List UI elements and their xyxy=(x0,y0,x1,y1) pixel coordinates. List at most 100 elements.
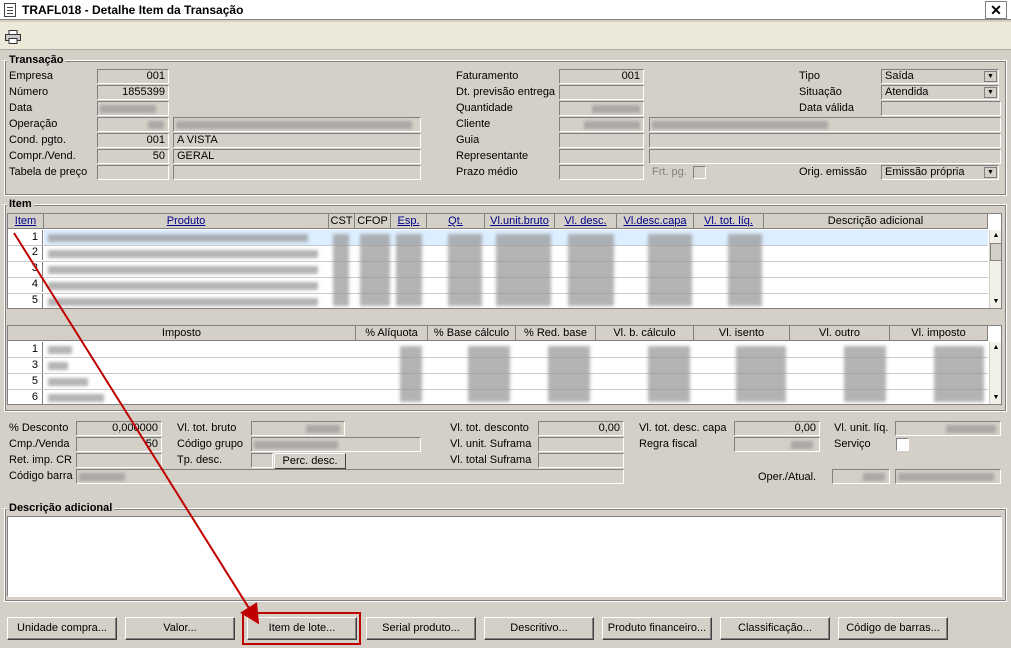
table-row[interactable]: 3 xyxy=(8,358,43,373)
empresa-field[interactable]: 001 xyxy=(97,69,169,84)
imposto-grid[interactable]: Imposto % Alíquota % Base cálculo % Red.… xyxy=(7,325,1002,405)
cliente-desc-field[interactable] xyxy=(649,117,1001,132)
cliente-label: Cliente xyxy=(456,118,491,130)
guia-desc-field[interactable] xyxy=(649,133,1001,148)
close-button[interactable]: ✕ xyxy=(985,1,1007,19)
dt-previsao-field[interactable] xyxy=(559,85,644,100)
data-valida-field[interactable] xyxy=(881,101,1001,116)
item-lote-button[interactable]: Item de lote... xyxy=(247,617,357,640)
document-icon xyxy=(4,3,16,17)
serial-produto-button[interactable]: Serial produto... xyxy=(366,617,476,640)
scroll-up-icon[interactable]: ▲ xyxy=(990,230,1001,242)
descritivo-button[interactable]: Descritivo... xyxy=(484,617,594,640)
orig-emissao-select[interactable]: Emissão própria ▼ xyxy=(881,165,999,180)
col-imposto[interactable]: Imposto xyxy=(8,326,356,341)
frt-pg-checkbox[interactable] xyxy=(693,166,706,179)
numero-field[interactable]: 1855399 xyxy=(97,85,169,100)
col-cst[interactable]: CST xyxy=(329,214,355,229)
codigo-barra-field[interactable] xyxy=(76,469,624,484)
col-vl-isento[interactable]: Vl. isento xyxy=(694,326,790,341)
table-row[interactable]: 6 xyxy=(8,390,43,404)
quantidade-field[interactable] xyxy=(559,101,644,116)
perc-desc-button[interactable]: Perc. desc. xyxy=(274,453,346,469)
cond-pgto-code-field[interactable]: 001 xyxy=(97,133,169,148)
oper-atual-code-field[interactable] xyxy=(832,469,890,484)
operacao-desc-field[interactable] xyxy=(173,117,421,132)
table-row[interactable]: 3 xyxy=(8,261,43,276)
vl-total-suframa-field[interactable] xyxy=(538,453,624,468)
produto-financeiro-button[interactable]: Produto financeiro... xyxy=(602,617,712,640)
scroll-thumb[interactable] xyxy=(990,243,1001,261)
prazo-medio-field[interactable] xyxy=(559,165,644,180)
ret-imp-field[interactable] xyxy=(76,453,162,468)
col-red-base[interactable]: % Red. base xyxy=(516,326,596,341)
representante-field[interactable] xyxy=(559,149,644,164)
tipo-value: Saída xyxy=(885,70,914,82)
table-row[interactable]: 2 xyxy=(8,245,43,260)
print-icon[interactable] xyxy=(5,30,21,44)
codigo-barra-label: Código barra xyxy=(9,470,73,482)
table-row[interactable]: 1 xyxy=(8,342,43,357)
valor-button[interactable]: Valor... xyxy=(125,617,235,640)
chevron-down-icon[interactable]: ▼ xyxy=(984,167,997,178)
situacao-select[interactable]: Atendida ▼ xyxy=(881,85,999,100)
tabela-preco-code-field[interactable] xyxy=(97,165,169,180)
item-scrollbar[interactable]: ▲ ▼ xyxy=(989,230,1001,308)
col-descricao-adicional[interactable]: Descrição adicional xyxy=(764,214,988,229)
table-row[interactable]: 4 xyxy=(8,277,43,292)
imposto-scrollbar[interactable]: ▲ ▼ xyxy=(989,342,1001,404)
codigo-grupo-field[interactable] xyxy=(251,437,421,452)
table-row[interactable]: 5 xyxy=(8,293,43,308)
faturamento-field[interactable]: 001 xyxy=(559,69,644,84)
col-vl-desc-capa[interactable]: Vl.desc.capa xyxy=(617,214,694,229)
classificacao-button[interactable]: Classificação... xyxy=(720,617,830,640)
regra-fiscal-field[interactable] xyxy=(734,437,820,452)
col-vl-tot-liq[interactable]: Vl. tot. líq. xyxy=(694,214,764,229)
data-field[interactable] xyxy=(97,101,169,116)
desconto-field[interactable]: 0,000000 xyxy=(76,421,162,436)
table-row[interactable]: 1 xyxy=(8,230,43,245)
descricao-textarea[interactable] xyxy=(7,516,1002,597)
col-base-calculo[interactable]: % Base cálculo xyxy=(428,326,516,341)
cmp-venda-field[interactable]: 50 xyxy=(76,437,162,452)
oper-atual-field[interactable] xyxy=(895,469,1001,484)
vl-tot-bruto-field[interactable] xyxy=(251,421,345,436)
col-vl-imposto[interactable]: Vl. imposto xyxy=(890,326,988,341)
compr-vend-desc-field[interactable]: GERAL xyxy=(173,149,421,164)
cond-pgto-desc-field[interactable]: A VISTA xyxy=(173,133,421,148)
representante-desc-field[interactable] xyxy=(649,149,1001,164)
col-vl-outro[interactable]: Vl. outro xyxy=(790,326,890,341)
scroll-down-icon[interactable]: ▼ xyxy=(990,392,1001,404)
tabela-preco-desc-field[interactable] xyxy=(173,165,421,180)
codigo-barras-button[interactable]: Código de barras... xyxy=(838,617,948,640)
scroll-up-icon[interactable]: ▲ xyxy=(990,342,1001,354)
compr-vend-code-field[interactable]: 50 xyxy=(97,149,169,164)
vl-unit-liq-field[interactable] xyxy=(895,421,1001,436)
col-qt[interactable]: Qt. xyxy=(427,214,485,229)
col-item[interactable]: Item xyxy=(8,214,44,229)
chevron-down-icon[interactable]: ▼ xyxy=(984,71,997,82)
guia-field[interactable] xyxy=(559,133,644,148)
unidade-compra-button[interactable]: Unidade compra... xyxy=(7,617,117,640)
vl-tot-desc-capa-field[interactable]: 0,00 xyxy=(734,421,820,436)
tp-desc-field[interactable] xyxy=(251,453,273,468)
vl-tot-desconto-field[interactable]: 0,00 xyxy=(538,421,624,436)
col-vl-b-calculo[interactable]: Vl. b. cálculo xyxy=(596,326,694,341)
col-esp[interactable]: Esp. xyxy=(391,214,427,229)
col-vl-desc[interactable]: Vl. desc. xyxy=(555,214,617,229)
col-produto[interactable]: Produto xyxy=(44,214,329,229)
col-aliquota[interactable]: % Alíquota xyxy=(356,326,428,341)
servico-checkbox[interactable] xyxy=(896,438,909,451)
table-row[interactable]: 5 xyxy=(8,374,43,389)
cliente-code-field[interactable] xyxy=(559,117,644,132)
toolbar xyxy=(0,22,1011,50)
tipo-select[interactable]: Saída ▼ xyxy=(881,69,999,84)
col-cfop[interactable]: CFOP xyxy=(355,214,391,229)
tipo-label: Tipo xyxy=(799,70,820,82)
chevron-down-icon[interactable]: ▼ xyxy=(984,87,997,98)
scroll-down-icon[interactable]: ▼ xyxy=(990,296,1001,308)
item-grid[interactable]: Item Produto CST CFOP Esp. Qt. Vl.unit.b… xyxy=(7,213,1002,309)
col-vl-unit-bruto[interactable]: Vl.unit.bruto xyxy=(485,214,555,229)
vl-unit-suframa-field[interactable] xyxy=(538,437,624,452)
operacao-code-field[interactable] xyxy=(97,117,169,132)
